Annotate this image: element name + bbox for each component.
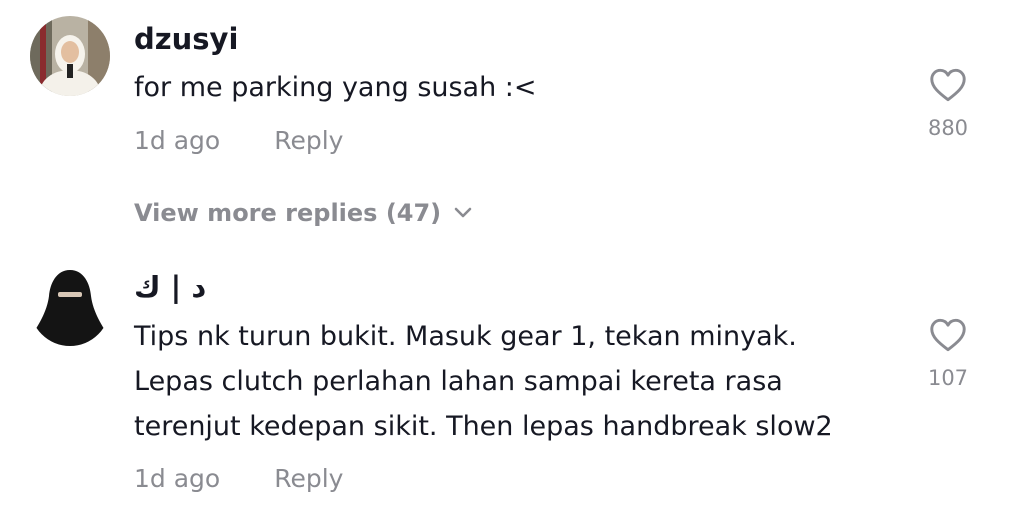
comment-meta: 1d ago Reply	[134, 464, 343, 493]
comment-username[interactable]: dzusyi	[134, 22, 238, 56]
comment-username[interactable]: د | ك	[134, 270, 206, 304]
heart-outline-icon	[930, 68, 966, 102]
reply-button[interactable]: Reply	[274, 126, 343, 155]
comment-text-line: Lepas clutch perlahan lahan sampai keret…	[134, 366, 783, 397]
heart-outline-icon	[930, 318, 966, 352]
like-count: 880	[927, 116, 969, 140]
comment-timestamp: 1d ago	[134, 126, 221, 155]
avatar[interactable]	[30, 16, 110, 96]
comment-text-line: for me parking yang susah :<	[134, 72, 537, 103]
comment-text-line: terenjut kedepan sikit. Then lepas handb…	[134, 411, 833, 442]
comment-text: Tips nk turun bukit. Masuk gear 1, tekan…	[134, 314, 874, 449]
user-avatar-photo	[30, 16, 110, 96]
like-button[interactable]: 880	[918, 68, 978, 140]
like-count: 107	[927, 366, 969, 390]
view-more-replies-button[interactable]: View more replies (47)	[134, 199, 473, 227]
user-avatar-photo	[30, 266, 110, 346]
comment-item: dzusyi for me parking yang susah :< 1d a…	[0, 0, 1024, 190]
comment-meta: 1d ago Reply	[134, 126, 343, 155]
comment-text-line: Tips nk turun bukit. Masuk gear 1, tekan…	[134, 321, 797, 352]
chevron-down-icon	[454, 207, 472, 218]
comment-item: د | ك Tips nk turun bukit. Masuk gear 1,…	[0, 250, 1024, 526]
view-more-replies-label: View more replies (47)	[134, 199, 442, 227]
reply-button[interactable]: Reply	[274, 464, 343, 493]
comment-timestamp: 1d ago	[134, 464, 221, 493]
avatar[interactable]	[30, 266, 110, 346]
comment-text: for me parking yang susah :<	[134, 65, 874, 110]
like-button[interactable]: 107	[918, 318, 978, 390]
